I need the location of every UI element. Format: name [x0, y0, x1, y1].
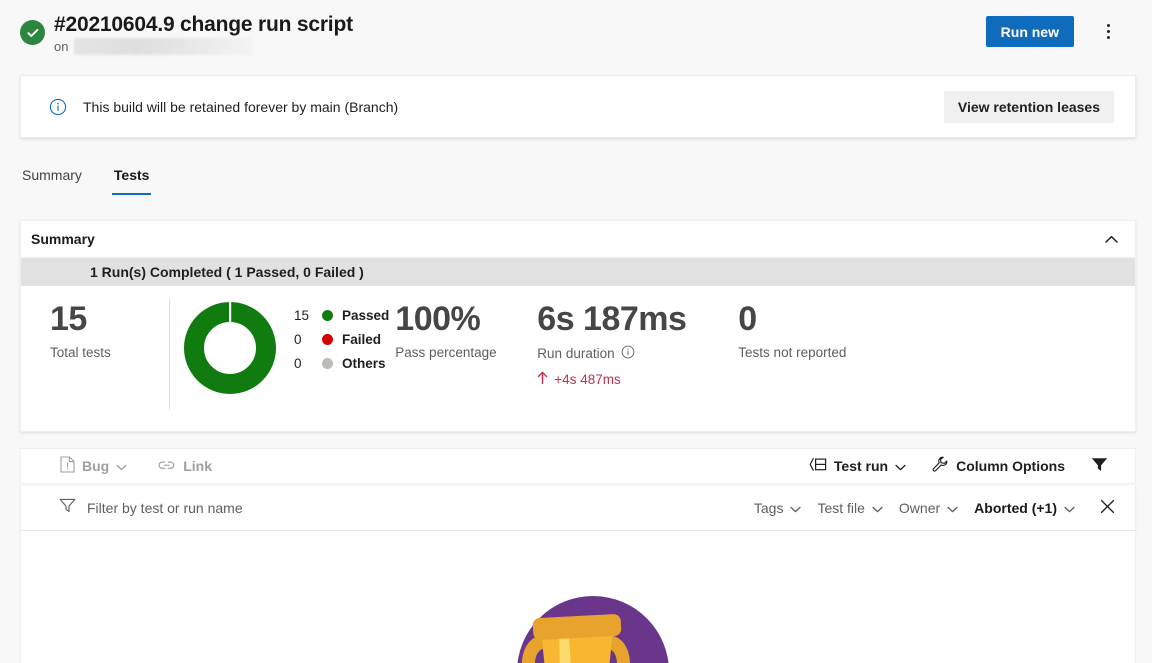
page-tabs: Summary Tests — [20, 163, 152, 199]
filter-pill-outcome[interactable]: Aborted (+1) — [966, 493, 1083, 523]
filter-toggle-button[interactable] — [1082, 449, 1117, 483]
legend-failed-label: Failed — [342, 332, 382, 347]
legend-others-dot-icon — [322, 358, 333, 369]
legend-item-others: 0 Others — [294, 356, 389, 371]
test-results-empty-state — [20, 531, 1136, 663]
link-button[interactable]: Link — [148, 449, 221, 483]
build-header: #20210604.9 change run script on Run new — [0, 0, 1152, 62]
run-new-button[interactable]: Run new — [985, 16, 1074, 47]
column-options-button[interactable]: Column Options — [923, 449, 1074, 483]
kebab-menu-icon — [1106, 24, 1110, 39]
bug-button-label: Bug — [82, 458, 110, 474]
summary-section-header: Summary — [21, 221, 1135, 258]
toolbar-right-group: Test run Column Options — [800, 449, 1117, 483]
arrow-up-icon — [537, 371, 548, 388]
check-circle-icon — [20, 20, 45, 45]
bug-work-item-icon — [60, 456, 75, 476]
stat-total-tests-value: 15 — [50, 300, 87, 338]
filter-input-group — [59, 498, 746, 518]
legend-others-count: 0 — [294, 356, 302, 371]
tab-tests[interactable]: Tests — [111, 163, 152, 195]
summary-stats-row: 15 Total tests 15 Passed 0 Failed 0 Othe… — [21, 286, 1135, 431]
filter-pill-owner-label: Owner — [898, 500, 941, 516]
run-duration-info-icon[interactable] — [621, 345, 635, 362]
column-options-label: Column Options — [956, 458, 1065, 474]
stat-run-duration-label: Run duration — [537, 346, 615, 361]
legend-passed-label: Passed — [342, 308, 390, 323]
page-title: #20210604.9 change run script — [54, 13, 353, 36]
legend-passed-count: 15 — [294, 308, 310, 323]
summary-collapse-button[interactable] — [1099, 227, 1123, 251]
test-run-groupby-button[interactable]: Test run — [800, 449, 915, 483]
retention-banner: This build will be retained forever by m… — [20, 75, 1136, 138]
run-duration-delta: +4s 487ms — [537, 371, 737, 388]
stat-run-duration: 6s 187ms Run duration +4s 487ms — [537, 286, 737, 388]
chevron-down-icon — [947, 500, 958, 516]
close-icon — [1100, 499, 1115, 517]
test-summary-card: Summary 1 Run(s) Completed ( 1 Passed, 0… — [20, 220, 1136, 432]
stat-run-duration-label-row: Run duration — [537, 345, 737, 362]
chevron-down-icon — [116, 458, 127, 474]
filter-pill-owner[interactable]: Owner — [891, 493, 966, 523]
more-actions-button[interactable] — [1092, 16, 1124, 47]
link-button-label: Link — [183, 458, 212, 474]
results-filter-bar: Tags Test file Owner — [20, 486, 1136, 531]
view-retention-leases-button[interactable]: View retention leases — [943, 90, 1114, 123]
build-source-branch: on — [54, 38, 253, 55]
results-toolbar: Bug Link Test run Column Options — [20, 448, 1136, 484]
stat-pass-percentage-label: Pass percentage — [395, 345, 497, 360]
retention-banner-text: This build will be retained forever by m… — [83, 98, 399, 115]
chevron-down-icon — [790, 500, 802, 516]
donut-legend: 15 Passed 0 Failed 0 Others — [290, 286, 389, 371]
redacted-branch-name — [74, 38, 253, 55]
on-label: on — [54, 39, 69, 54]
chevron-up-icon — [1104, 232, 1118, 247]
trophy-illustration — [485, 580, 671, 663]
summary-section-title: Summary — [31, 231, 95, 247]
legend-passed-dot-icon — [322, 310, 333, 321]
toolbar-left-group: Bug Link — [51, 449, 221, 483]
stat-run-duration-value: 6s 187ms — [537, 300, 687, 338]
filter-solid-icon — [1091, 457, 1108, 475]
legend-item-failed: 0 Failed — [294, 332, 389, 347]
bug-button[interactable]: Bug — [51, 449, 136, 483]
filter-outline-icon — [59, 498, 76, 518]
chevron-down-icon — [872, 500, 883, 516]
stat-tests-not-reported: 0 Tests not reported — [737, 286, 846, 360]
legend-failed-count: 0 — [294, 332, 302, 347]
run-duration-delta-value: +4s 487ms — [554, 372, 621, 387]
test-run-groupby-label: Test run — [833, 458, 889, 474]
build-test-results-page: #20210604.9 change run script on Run new… — [0, 0, 1152, 663]
stat-total-tests-label: Total tests — [50, 345, 111, 360]
stat-pass-percentage: 100% Pass percentage — [389, 286, 537, 360]
filter-pill-outcome-label: Aborted (+1) — [974, 500, 1057, 516]
legend-failed-dot-icon — [322, 334, 333, 345]
legend-item-passed: 15 Passed — [294, 308, 389, 323]
stat-total-tests: 15 Total tests — [21, 286, 169, 360]
filter-pill-tags[interactable]: Tags — [746, 493, 810, 523]
info-circle-icon — [49, 98, 67, 116]
stat-tests-not-reported-label: Tests not reported — [738, 345, 847, 360]
clear-filters-button[interactable] — [1091, 492, 1123, 524]
runs-status-bar: 1 Run(s) Completed ( 1 Passed, 0 Failed … — [21, 258, 1135, 286]
tab-summary[interactable]: Summary — [20, 163, 84, 195]
chevron-down-icon — [895, 458, 906, 474]
legend-others-label: Others — [342, 356, 386, 371]
filter-pill-tags-label: Tags — [753, 500, 784, 516]
chevron-down-icon — [1064, 500, 1075, 516]
stat-tests-not-reported-value: 0 — [738, 300, 757, 338]
search-input[interactable] — [87, 500, 507, 516]
wrench-icon — [932, 456, 949, 476]
link-icon — [157, 458, 176, 475]
stat-pass-percentage-value: 100% — [395, 300, 481, 338]
group-rows-icon — [809, 457, 827, 475]
filter-pill-test-file-label: Test file — [817, 500, 865, 516]
filter-pill-test-file[interactable]: Test file — [809, 493, 890, 523]
outcome-donut-chart — [170, 286, 290, 396]
